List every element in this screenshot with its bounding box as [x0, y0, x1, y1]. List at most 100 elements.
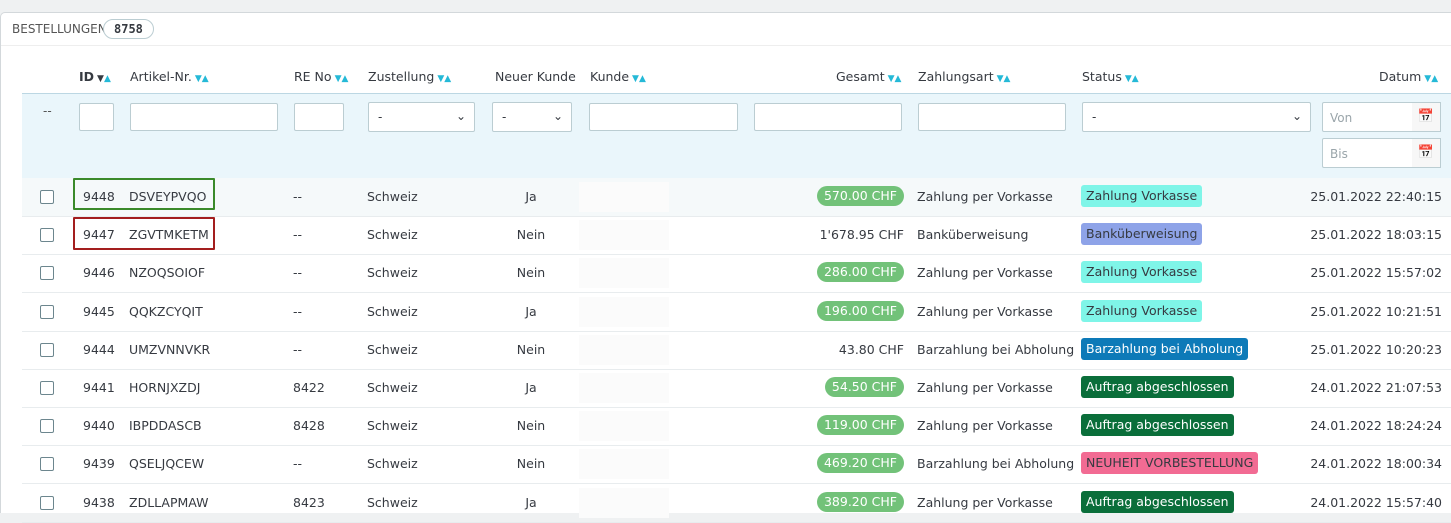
- table-row[interactable]: 9448 DSVEYPVQO -- Schweiz Ja 570.00 CHF Zahlun…: [22, 178, 1451, 217]
- column-label: RE No: [294, 69, 332, 84]
- row-checkbox[interactable]: [40, 228, 54, 242]
- filter-kunde-input[interactable]: [589, 103, 738, 131]
- order-total: 1'678.95 CHF: [819, 227, 904, 242]
- filter-zahlungsart-input[interactable]: [918, 103, 1066, 131]
- column-label: Zahlungsart: [918, 69, 994, 84]
- column-header-re-no[interactable]: RE No ▼▲: [294, 69, 348, 85]
- row-checkbox[interactable]: [40, 305, 54, 319]
- filter-zustellung-select[interactable]: - ⌄: [368, 102, 475, 132]
- order-artikel: IBPDDASCB: [129, 418, 202, 433]
- sort-icon[interactable]: ▼▲: [1125, 74, 1139, 84]
- filter-gesamt-input[interactable]: [754, 103, 902, 131]
- order-artikel: HORNJXZDJ: [129, 380, 201, 395]
- order-zustellung: Schweiz: [367, 304, 418, 319]
- order-artikel: UMZVNNVKR: [129, 342, 211, 357]
- order-re-no: 8423: [293, 495, 325, 510]
- status-badge: NEUHEIT VORBESTELLUNG: [1081, 452, 1259, 474]
- customer-redacted: [579, 258, 669, 288]
- row-checkbox[interactable]: [40, 419, 54, 433]
- order-id: 9445: [83, 304, 115, 319]
- column-header-status[interactable]: Status ▼▲: [1082, 69, 1139, 85]
- order-neuer-kunde: Nein: [516, 265, 546, 280]
- column-label: Datum: [1379, 69, 1422, 84]
- status-badge: Auftrag abgeschlossen: [1081, 491, 1234, 513]
- order-neuer-kunde: Nein: [516, 418, 546, 433]
- customer-redacted: [579, 297, 669, 327]
- column-header-datum[interactable]: Datum ▼▲: [1379, 69, 1438, 85]
- order-total: 43.80 CHF: [838, 342, 904, 357]
- table-row[interactable]: 9438 ZDLLAPMAW 8423 Schweiz Ja 389.20 CHF Zahl…: [22, 484, 1451, 523]
- order-zahlungsart: Barzahlung bei Abholung: [917, 342, 1075, 357]
- column-header-gesamt[interactable]: Gesamt ▼▲: [836, 69, 901, 85]
- order-neuer-kunde: Ja: [525, 495, 537, 510]
- panel-heading: BESTELLUNGEN 8758: [1, 13, 1451, 46]
- table-row[interactable]: 9446 NZOQSOIOF -- Schweiz Nein 286.00 CHF Zahl…: [22, 254, 1451, 293]
- order-re-no: --: [293, 227, 303, 242]
- filter-date-to-input[interactable]: Bis: [1322, 138, 1413, 168]
- sort-icon[interactable]: ▼▲: [97, 74, 111, 84]
- order-zahlungsart: Zahlung per Vorkasse: [917, 418, 1053, 433]
- order-re-no: --: [293, 342, 303, 357]
- sort-icon[interactable]: ▼▲: [1424, 74, 1438, 84]
- order-datum: 25.01.2022 22:40:15: [1310, 189, 1442, 204]
- order-count-badge: 8758: [103, 19, 154, 39]
- calendar-icon[interactable]: 📅: [1412, 138, 1441, 168]
- status-badge: Zahlung Vorkasse: [1081, 185, 1203, 207]
- status-badge: Zahlung Vorkasse: [1081, 261, 1203, 283]
- column-header-id[interactable]: ID ▼▲: [79, 69, 111, 85]
- filter-status-select[interactable]: - ⌄: [1082, 102, 1311, 132]
- order-datum: 25.01.2022 18:03:15: [1310, 227, 1442, 242]
- order-neuer-kunde: Ja: [525, 380, 537, 395]
- column-header-zustellung[interactable]: Zustellung ▼▲: [368, 69, 451, 85]
- sort-icon[interactable]: ▼▲: [335, 74, 349, 84]
- sort-icon[interactable]: ▼▲: [997, 74, 1011, 84]
- chevron-down-icon: ⌄: [1291, 109, 1302, 123]
- order-zustellung: Schweiz: [367, 456, 418, 471]
- sort-icon[interactable]: ▼▲: [632, 74, 646, 84]
- filter-artikel-input[interactable]: [130, 103, 278, 131]
- order-zustellung: Schweiz: [367, 342, 418, 357]
- table-row[interactable]: 9441 HORNJXZDJ 8422 Schweiz Ja 54.50 CHF Zahlu…: [22, 369, 1451, 408]
- order-zustellung: Schweiz: [367, 418, 418, 433]
- filter-date-from-input[interactable]: Von: [1322, 102, 1413, 132]
- row-checkbox[interactable]: [40, 457, 54, 471]
- column-header-artikel[interactable]: Artikel-Nr. ▼▲: [130, 69, 209, 85]
- order-total-badge: 196.00 CHF: [816, 301, 904, 321]
- row-checkbox[interactable]: [40, 266, 54, 280]
- select-value: -: [378, 110, 383, 124]
- sort-icon[interactable]: ▼▲: [888, 74, 902, 84]
- status-badge: Banküberweisung: [1081, 223, 1203, 245]
- status-badge: Zahlung Vorkasse: [1081, 300, 1203, 322]
- column-label: Artikel-Nr.: [130, 69, 192, 84]
- table-row[interactable]: 9440 IBPDDASCB 8428 Schweiz Nein 119.00 CHF Za…: [22, 407, 1451, 446]
- status-badge: Auftrag abgeschlossen: [1081, 414, 1234, 436]
- customer-redacted: [579, 449, 669, 479]
- sort-icon[interactable]: ▼▲: [437, 74, 451, 84]
- order-re-no: --: [293, 304, 303, 319]
- table-row[interactable]: 9447 ZGVTMKETM -- Schweiz Nein 1'678.95 CHF Ba…: [22, 216, 1451, 255]
- column-header-kunde[interactable]: Kunde ▼▲: [590, 69, 646, 85]
- sort-icon[interactable]: ▼▲: [195, 74, 209, 84]
- filter-id-input[interactable]: [79, 103, 114, 131]
- table-row[interactable]: 9444 UMZVNNVKR -- Schweiz Nein 43.80 CHF Barza…: [22, 331, 1451, 370]
- table-row[interactable]: 9445 QQKZCYQIT -- Schweiz Ja 196.00 CHF Zahlun…: [22, 293, 1451, 332]
- row-checkbox[interactable]: [40, 190, 54, 204]
- filter-neuer-kunde-select[interactable]: - ⌄: [492, 102, 572, 132]
- customer-redacted: [579, 411, 669, 441]
- filter-re-no-input[interactable]: [294, 103, 344, 131]
- row-checkbox[interactable]: [40, 343, 54, 357]
- row-checkbox[interactable]: [40, 496, 54, 510]
- order-datum: 25.01.2022 15:57:02: [1310, 265, 1442, 280]
- order-neuer-kunde: Ja: [525, 189, 537, 204]
- highlight-box-green: [73, 178, 215, 210]
- order-total-badge: 286.00 CHF: [816, 262, 904, 282]
- column-header-zahlungsart[interactable]: Zahlungsart ▼▲: [918, 69, 1010, 85]
- table-row[interactable]: 9439 QSELJQCEW -- Schweiz Nein 469.20 CHF Barz…: [22, 445, 1451, 484]
- row-checkbox[interactable]: [40, 381, 54, 395]
- status-badge: Auftrag abgeschlossen: [1081, 376, 1234, 398]
- order-zustellung: Schweiz: [367, 227, 418, 242]
- chevron-down-icon: ⌄: [552, 109, 563, 123]
- highlight-box-red: [73, 217, 215, 250]
- order-re-no: 8428: [293, 418, 325, 433]
- calendar-icon[interactable]: 📅: [1412, 102, 1441, 132]
